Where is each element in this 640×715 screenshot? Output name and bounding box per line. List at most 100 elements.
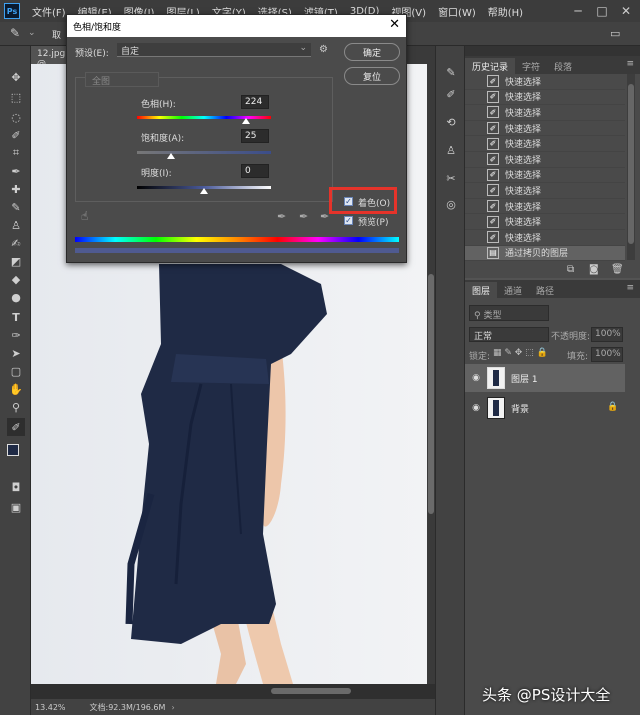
history-item[interactable]: ✐ 快速选择 [465,183,625,199]
hand-tool-icon[interactable]: ✋ [7,380,25,398]
eye-icon[interactable]: ◉ [469,373,483,383]
brush-tool-icon[interactable]: ✎ [7,198,25,216]
hscroll-thumb[interactable] [271,688,351,694]
history-panel-icon[interactable]: ⟲ [443,114,459,130]
tools-panel-icon[interactable]: ✂ [443,170,459,186]
saturation-slider-thumb[interactable] [166,153,175,159]
tab-paragraph[interactable]: 段落 [547,58,579,74]
lightness-input[interactable]: 0 [241,164,269,178]
document-tab[interactable]: 12.jpg @ [31,46,71,69]
delete-state-icon[interactable]: 🗑 [611,264,624,275]
snapshot-camera-icon[interactable]: ◙ [589,264,599,275]
layer-name[interactable]: 图层 1 [511,372,538,385]
channel-select[interactable]: 全图 [85,72,159,87]
options-dropdown-icon[interactable]: ⌄ [28,28,36,38]
healing-tool-icon[interactable]: ✚ [7,180,25,198]
preview-label[interactable]: 预览(P) [358,215,388,228]
history-brush-tool-icon[interactable]: ✍ [7,234,25,252]
eyedropper-tool-icon[interactable]: ✒ [7,162,25,180]
screen-mode-icon[interactable]: ▣ [7,498,25,516]
menu-file[interactable]: 文件(F) [32,4,66,19]
history-item-active[interactable]: ▤ 通过拷贝的图层 [465,245,625,262]
opacity-input[interactable]: 100% [591,327,623,342]
tab-history[interactable]: 历史记录 [465,58,516,74]
layer-row[interactable]: ◉ 背景 🔒 [465,394,625,422]
menu-window[interactable]: 窗口(W) [438,4,476,19]
tool-presets-icon[interactable]: ✐ [443,86,459,102]
lightness-slider-thumb[interactable] [200,188,208,194]
reset-button[interactable]: 复位 [344,67,400,85]
clone-source-icon[interactable]: ♙ [443,142,459,158]
add-to-sample-eyedropper-icon[interactable]: ✒ [299,210,308,223]
tab-character[interactable]: 字符 [515,58,547,74]
history-item[interactable]: ✐ 快速选择 [465,74,625,90]
hue-slider-track[interactable] [137,116,271,119]
ok-button[interactable]: 确定 [344,43,400,61]
canvas-vertical-scrollbar[interactable] [427,64,435,684]
tab-paths[interactable]: 路径 [529,282,561,298]
history-scrollbar[interactable] [627,74,635,260]
lock-icons[interactable]: ▦ ✎ ✥ ⬚ 🔒 [493,348,548,358]
type-tool-icon[interactable]: T [7,308,25,326]
panel-menu-icon[interactable]: ≡ [626,59,634,69]
scrollbar-thumb[interactable] [428,274,434,514]
color-sampler-tool-icon[interactable]: ✐ [7,418,25,436]
close-window-icon[interactable]: ✕ [614,0,638,22]
dodge-tool-icon[interactable]: ● [7,288,25,306]
history-item[interactable]: ✐ 快速选择 [465,152,625,168]
brush-presets-icon[interactable]: ✎ [443,64,459,80]
history-item[interactable]: ✐ 快速选择 [465,105,625,121]
lasso-tool-icon[interactable]: ◌ [7,108,25,126]
maximize-icon[interactable]: □ [590,0,614,22]
eye-icon[interactable]: ◉ [469,403,483,413]
path-select-tool-icon[interactable]: ➤ [7,344,25,362]
history-item[interactable]: ✐ 快速选择 [465,214,625,230]
history-item[interactable]: ✐ 快速选择 [465,230,625,246]
foreground-color-swatch[interactable] [7,444,19,456]
close-icon[interactable]: ✕ [389,17,400,32]
eyedropper-icon[interactable]: ✒ [277,210,286,223]
hue-slider-thumb[interactable] [241,118,250,124]
marquee-tool-icon[interactable]: ⬚ [7,88,25,106]
colorize-label[interactable]: 着色(O) [358,196,390,209]
history-item[interactable]: ✐ 快速选择 [465,168,625,184]
shape-tool-icon[interactable]: ▢ [7,362,25,380]
pen-tool-icon[interactable]: ✑ [7,326,25,344]
minimize-icon[interactable]: ─ [566,0,590,22]
preset-select[interactable]: 自定 ⌄ [117,43,311,57]
eraser-tool-icon[interactable]: ◩ [7,252,25,270]
blend-mode-select[interactable]: 正常 [469,327,549,342]
zoom-tool-icon[interactable]: ⚲ [7,398,25,416]
zoom-level[interactable]: 13.42% [35,703,66,712]
status-arrow-icon[interactable]: › [171,703,174,712]
paint-bucket-tool-icon[interactable]: ◆ [7,270,25,288]
history-item[interactable]: ✐ 快速选择 [465,199,625,215]
tab-channels[interactable]: 通道 [497,282,529,298]
crop-tool-icon[interactable]: ⌗ [7,144,25,162]
tab-layers[interactable]: 图层 [465,282,498,298]
eyedropper-icon[interactable]: ✎ [10,26,20,40]
workspace-icon[interactable]: ▭ [610,27,620,40]
quick-select-tool-icon[interactable]: ✐ [7,126,25,144]
stamp-tool-icon[interactable]: ♙ [7,216,25,234]
quick-mask-icon[interactable]: ◘ [7,478,25,496]
hue-input[interactable]: 224 [241,95,269,109]
colorize-checkbox[interactable]: ✓ [344,197,353,206]
preview-checkbox[interactable]: ✓ [344,216,353,225]
menu-help[interactable]: 帮助(H) [488,4,523,19]
history-item[interactable]: ✐ 快速选择 [465,136,625,152]
subtract-from-sample-eyedropper-icon[interactable]: ✒ [320,210,329,223]
saturation-slider-track[interactable] [137,151,271,154]
libraries-icon[interactable]: ◎ [443,196,459,212]
layer-name[interactable]: 背景 [511,402,529,415]
fill-input[interactable]: 100% [591,347,623,362]
gear-icon[interactable]: ⚙ [319,44,328,55]
new-document-from-state-icon[interactable]: ⧉ [567,264,574,275]
layers-menu-icon[interactable]: ≡ [626,283,634,293]
document-info[interactable]: 文档:92.3M/196.6M [90,702,166,713]
history-item[interactable]: ✐ 快速选择 [465,90,625,106]
saturation-input[interactable]: 25 [241,129,269,143]
targeted-adjustment-hand-icon[interactable]: ☝ [81,209,88,223]
history-item[interactable]: ✐ 快速选择 [465,121,625,137]
layer-row[interactable]: ◉ 图层 1 [465,364,625,392]
